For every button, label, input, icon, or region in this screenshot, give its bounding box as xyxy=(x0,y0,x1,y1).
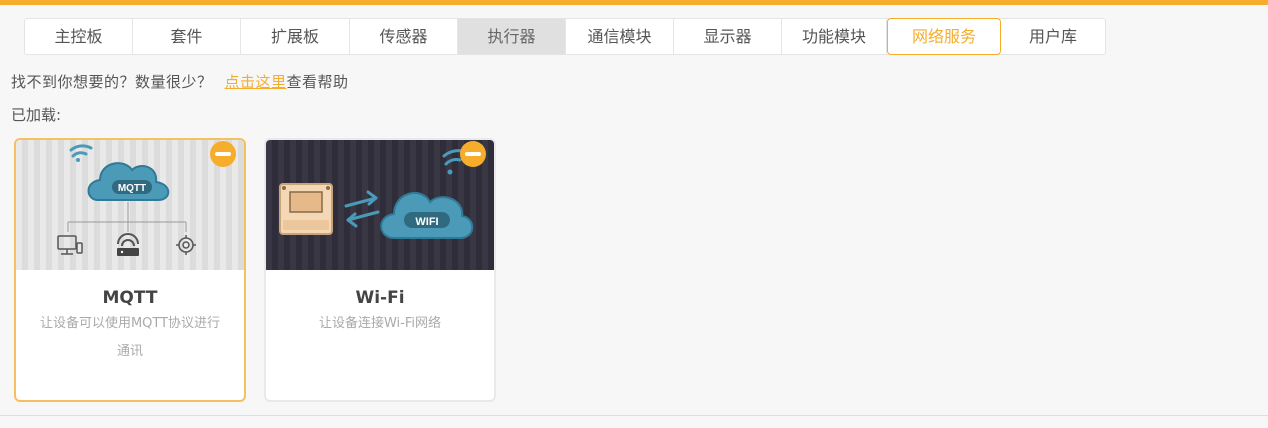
remove-icon[interactable] xyxy=(460,141,486,167)
category-tabs: 主控板 套件 扩展板 传感器 执行器 通信模块 显示器 功能模块 网络服务 用户… xyxy=(24,18,1106,55)
card-title: Wi-Fi xyxy=(355,288,405,308)
card-title: MQTT xyxy=(102,288,158,308)
mqtt-card[interactable]: MQTT MQTT 让设备可以使用MQTT协议进行通讯 xyxy=(14,138,246,402)
card-description: 让设备可以使用MQTT协议进行通讯 xyxy=(39,316,221,359)
wifi-badge-text: WIFI xyxy=(415,216,438,228)
tab-communication[interactable]: 通信模块 xyxy=(566,19,674,54)
loaded-label: 已加载: xyxy=(11,106,62,124)
divider xyxy=(0,415,1268,416)
top-accent-bar xyxy=(0,0,1268,5)
mqtt-thumbnail: MQTT xyxy=(16,140,244,270)
tab-actuator[interactable]: 执行器 xyxy=(458,19,566,54)
help-text: 找不到你想要的？数量很少？ 点击这里查看帮助 xyxy=(11,71,349,92)
tab-expansion-board[interactable]: 扩展板 xyxy=(241,19,350,54)
wifi-thumbnail: WIFI xyxy=(266,140,494,270)
card-description: 让设备连接Wi-Fi网络 xyxy=(318,316,441,331)
help-suffix: 查看帮助 xyxy=(286,73,349,91)
tab-kit[interactable]: 套件 xyxy=(133,19,241,54)
help-prefix: 找不到你想要的？数量很少？ xyxy=(11,73,213,91)
tab-network-service[interactable]: 网络服务 xyxy=(887,18,1001,55)
help-link[interactable]: 点击这里 xyxy=(225,73,287,91)
tab-main-board[interactable]: 主控板 xyxy=(25,19,133,54)
board-icon xyxy=(279,183,333,235)
wifi-card[interactable]: WIFI Wi-Fi 让设备连接Wi-Fi网络 xyxy=(264,138,496,402)
mqtt-badge-text: MQTT xyxy=(118,183,146,194)
tab-user-library[interactable]: 用户库 xyxy=(1001,19,1105,54)
tab-sensor[interactable]: 传感器 xyxy=(350,19,458,54)
remove-icon[interactable] xyxy=(210,141,236,167)
tab-display[interactable]: 显示器 xyxy=(674,19,782,54)
tab-function-module[interactable]: 功能模块 xyxy=(782,19,887,54)
